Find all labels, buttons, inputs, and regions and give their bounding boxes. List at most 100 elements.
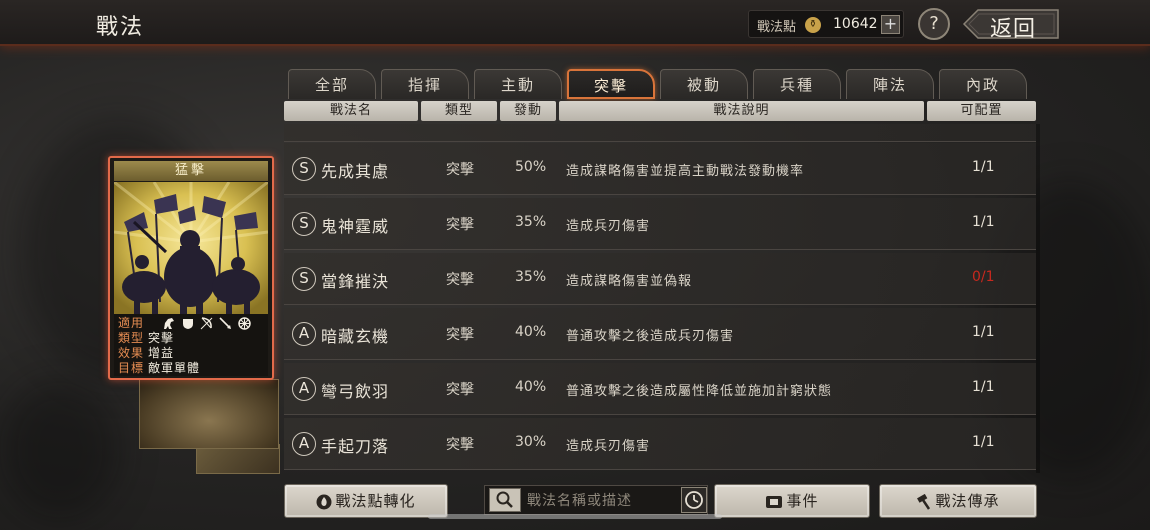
column-header-description: 戰法說明 bbox=[559, 101, 924, 121]
card-target-row: 目標 敵軍單體 bbox=[118, 361, 200, 376]
clock-icon bbox=[685, 491, 703, 509]
type-value: 突擊 bbox=[148, 331, 175, 345]
card-title: 猛擊 bbox=[114, 161, 268, 181]
column-header-type[interactable]: 類型 bbox=[421, 101, 497, 121]
card-info-panel: 適用 類型 突擊 效果 增益 目標 敵軍單體 bbox=[114, 314, 268, 376]
search-icon bbox=[496, 491, 513, 508]
cavalry-icon bbox=[164, 318, 174, 329]
points-value: 10642 bbox=[833, 16, 878, 32]
events-button[interactable]: 事件 bbox=[714, 484, 870, 518]
tactic-type: 突擊 bbox=[446, 437, 474, 453]
search-input[interactable] bbox=[527, 490, 677, 512]
list-item[interactable]: A 暗藏玄機 突擊 40% 普通攻擊之後造成兵刃傷害 1/1 bbox=[284, 308, 1036, 360]
column-header-name[interactable]: 戰法名 bbox=[284, 101, 418, 121]
list-item[interactable]: A 手起刀落 突擊 30% 造成兵刃傷害 1/1 bbox=[284, 418, 1036, 470]
tactic-description: 普通攻擊之後造成兵刃傷害 bbox=[566, 329, 735, 344]
page-title: 戰法 bbox=[96, 15, 145, 40]
tactic-name: 暗藏玄機 bbox=[321, 327, 390, 346]
tactic-points-display: 戰法點 ⚱ 10642 + bbox=[748, 10, 904, 38]
tactic-slots: 1/1 bbox=[972, 434, 995, 450]
tab-assault[interactable]: 突擊 bbox=[567, 69, 655, 99]
tactic-slots: 1/1 bbox=[972, 159, 995, 175]
shield-icon bbox=[183, 319, 193, 329]
tactic-type: 突擊 bbox=[446, 382, 474, 398]
list-item[interactable]: S 當鋒摧決 突擊 35% 造成謀略傷害並偽報 0/1 bbox=[284, 253, 1036, 305]
tactic-description: 造成謀略傷害並提高主動戰法發動機率 bbox=[566, 164, 805, 179]
back-label: 返回 bbox=[990, 17, 1037, 42]
tactic-rate: 35% bbox=[515, 269, 547, 285]
coin-icon: ⚱ bbox=[805, 17, 821, 33]
tab-troop[interactable]: 兵種 bbox=[753, 69, 841, 99]
card-effect-row: 效果 增益 bbox=[118, 346, 174, 361]
tactic-name: 鬼神霆威 bbox=[321, 217, 390, 236]
tactic-rate: 40% bbox=[515, 379, 547, 395]
tactic-slots: 1/1 bbox=[972, 324, 995, 340]
tactic-rate: 40% bbox=[515, 324, 547, 340]
tactic-description: 造成謀略傷害並偽報 bbox=[566, 274, 693, 289]
column-header-rate[interactable]: 發動 bbox=[500, 101, 556, 121]
scroll-icon bbox=[766, 496, 783, 508]
grade-badge: S bbox=[292, 212, 316, 236]
tactic-description: 普通攻擊之後造成屬性降低並施加計窮狀態 bbox=[566, 384, 833, 399]
tab-passive[interactable]: 被動 bbox=[660, 69, 748, 99]
add-points-button[interactable]: + bbox=[881, 15, 900, 34]
convert-points-button[interactable]: 戰法點轉化 bbox=[284, 484, 448, 518]
help-button[interactable]: ? bbox=[918, 8, 950, 40]
effect-value: 增益 bbox=[148, 346, 175, 360]
grade-badge: A bbox=[292, 377, 316, 401]
list-scrollbar[interactable] bbox=[1036, 124, 1040, 473]
tab-all[interactable]: 全部 bbox=[288, 69, 376, 99]
card-artwork bbox=[114, 182, 268, 314]
tab-formation[interactable]: 陣法 bbox=[846, 69, 934, 99]
list-item[interactable]: A 彎弓飲羽 突擊 40% 普通攻擊之後造成屬性降低並施加計窮狀態 1/1 bbox=[284, 363, 1036, 415]
tactic-rate: 35% bbox=[515, 214, 547, 230]
history-button[interactable] bbox=[681, 487, 707, 513]
tactic-name: 彎弓飲羽 bbox=[321, 382, 390, 401]
card-applies-row: 適用 bbox=[118, 316, 251, 331]
bow-icon bbox=[200, 317, 213, 330]
tab-internal[interactable]: 內政 bbox=[939, 69, 1027, 99]
top-bar: 戰法 戰法點 ⚱ 10642 + ? 返回 bbox=[0, 0, 1150, 46]
inherit-tactic-label: 戰法傳承 bbox=[935, 492, 1000, 510]
points-label: 戰法點 bbox=[757, 20, 797, 35]
grade-badge: A bbox=[292, 322, 316, 346]
list-item[interactable]: S 鬼神霆威 突擊 35% 造成兵刃傷害 1/1 bbox=[284, 198, 1036, 250]
tactic-slots: 1/1 bbox=[972, 214, 995, 230]
tactic-name: 當鋒摧決 bbox=[321, 272, 390, 291]
target-label: 目標 bbox=[118, 361, 145, 375]
tactic-type: 突擊 bbox=[446, 272, 474, 288]
troop-icons bbox=[162, 317, 251, 330]
grade-badge: S bbox=[292, 267, 316, 291]
type-label: 類型 bbox=[118, 331, 145, 345]
tactic-slots: 1/1 bbox=[972, 379, 995, 395]
back-button[interactable]: 返回 bbox=[962, 7, 1062, 42]
tactic-rate: 50% bbox=[515, 159, 547, 175]
tactic-name: 先成其慮 bbox=[321, 162, 390, 181]
tactic-list[interactable]: S 先成其慮 突擊 50% 造成謀略傷害並提高主動戰法發動機率 1/1 S 鬼神… bbox=[284, 124, 1036, 473]
tactic-type: 突擊 bbox=[446, 162, 474, 178]
search-button[interactable] bbox=[489, 488, 521, 512]
tactic-slots: 0/1 bbox=[972, 269, 995, 285]
hammer-icon bbox=[917, 494, 931, 510]
target-value: 敵軍單體 bbox=[148, 361, 201, 375]
grade-badge: S bbox=[292, 157, 316, 181]
card-type-row: 類型 突擊 bbox=[118, 331, 174, 346]
list-item[interactable] bbox=[284, 124, 1036, 142]
tactic-type: 突擊 bbox=[446, 217, 474, 233]
home-indicator[interactable] bbox=[428, 514, 722, 519]
column-header-slots[interactable]: 可配置 bbox=[927, 101, 1036, 121]
tactic-name: 手起刀落 bbox=[321, 437, 390, 456]
search-bar bbox=[484, 485, 708, 515]
selected-tactic-card[interactable]: 猛擊 適用 類型 突擊 效果 增益 目標 敵軍單體 bbox=[108, 156, 274, 380]
tab-command[interactable]: 指揮 bbox=[381, 69, 469, 99]
events-label: 事件 bbox=[786, 492, 819, 510]
inherit-tactic-button[interactable]: 戰法傳承 bbox=[879, 484, 1037, 518]
tab-active[interactable]: 主動 bbox=[474, 69, 562, 99]
tactic-type: 突擊 bbox=[446, 327, 474, 343]
stacked-card bbox=[139, 379, 279, 449]
convert-points-label: 戰法點轉化 bbox=[335, 492, 416, 510]
tactic-description: 造成兵刃傷害 bbox=[566, 439, 651, 454]
flame-icon bbox=[316, 494, 332, 510]
wheel-icon bbox=[238, 317, 251, 330]
list-item[interactable]: S 先成其慮 突擊 50% 造成謀略傷害並提高主動戰法發動機率 1/1 bbox=[284, 143, 1036, 195]
